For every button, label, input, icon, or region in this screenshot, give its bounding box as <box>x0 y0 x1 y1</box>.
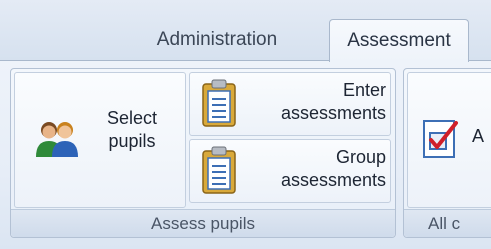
group-caption-all: All c <box>404 209 491 237</box>
all-button[interactable]: A <box>407 72 491 208</box>
tab-administration[interactable]: Administration <box>130 20 304 60</box>
enter-assessments-label-line1: Enter <box>342 80 386 100</box>
group-assessments-label-line2: assessments <box>280 170 386 190</box>
enter-assessments-button[interactable]: Enter assessments <box>189 72 391 136</box>
select-pupils-label-line2: pupils <box>108 131 156 151</box>
all-button-label: A <box>472 126 485 146</box>
users-icon <box>35 119 79 164</box>
enter-assessments-label-line2: assessments <box>280 103 386 123</box>
clipboard-icon <box>202 79 236 132</box>
group-caption-assess-pupils: Assess pupils <box>11 209 395 237</box>
select-pupils-label-line1: Select <box>106 108 158 128</box>
select-pupils-button[interactable]: Select pupils <box>14 72 186 208</box>
enter-assessments-label: Enter assessments <box>246 79 386 125</box>
checklist-icon <box>422 117 462 166</box>
ribbon-tab-strip: Administration Assessment <box>0 0 491 62</box>
group-assessments-label: Group assessments <box>246 146 386 192</box>
group-assessments-button[interactable]: Group assessments <box>189 139 391 203</box>
select-pupils-label: Select pupils <box>95 107 169 153</box>
clipboard-icon <box>202 146 236 199</box>
tab-assessment[interactable]: Assessment <box>329 19 469 62</box>
group-assessments-label-line1: Group <box>335 147 386 167</box>
